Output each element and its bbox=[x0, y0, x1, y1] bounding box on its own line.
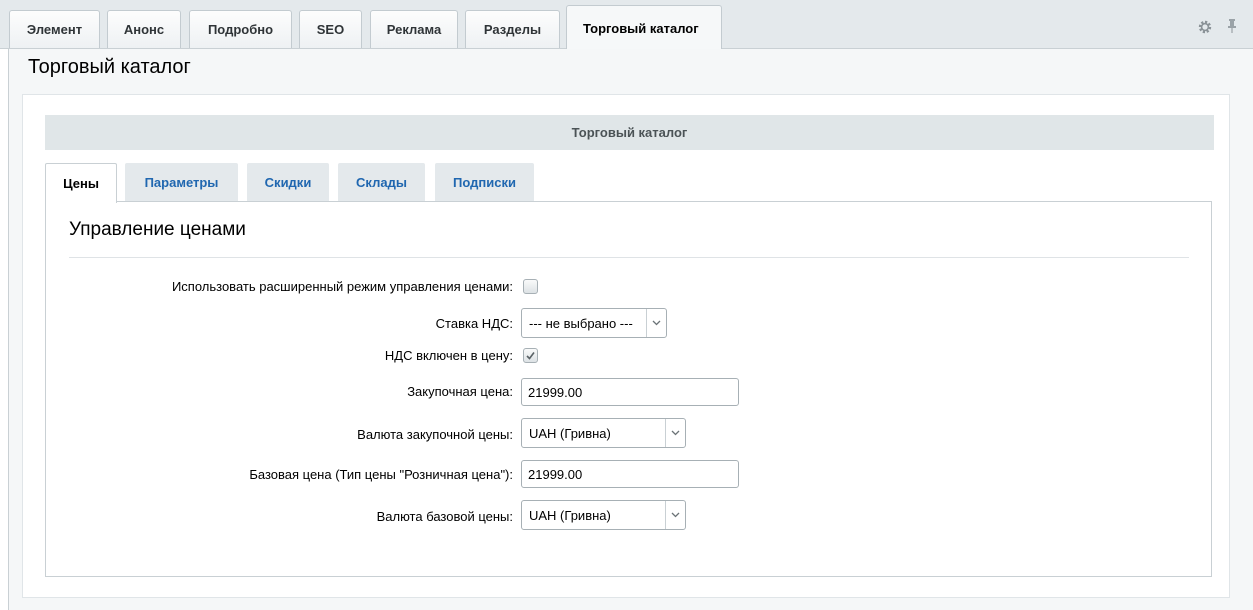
tab-prices[interactable]: Цены bbox=[45, 163, 117, 203]
vat-included-checkbox[interactable] bbox=[523, 348, 538, 363]
tab-warehouses[interactable]: Склады bbox=[338, 163, 425, 202]
pin-icon[interactable] bbox=[1226, 18, 1238, 34]
vat-included-label: НДС включен в цену: bbox=[384, 348, 513, 363]
tab-seo[interactable]: SEO bbox=[299, 10, 362, 48]
purchase-currency-label: Валюта закупочной цены: bbox=[357, 427, 513, 442]
checkmark-icon bbox=[526, 352, 535, 360]
tab-trade-catalog[interactable]: Торговый каталог bbox=[566, 5, 722, 50]
purchase-currency-select[interactable]: UAH (Гривна) bbox=[521, 418, 686, 448]
chevron-down-icon bbox=[646, 309, 666, 337]
extended-mode-label: Использовать расширенный режим управлени… bbox=[171, 279, 513, 294]
base-price-input[interactable] bbox=[521, 460, 739, 488]
tab-sections[interactable]: Разделы bbox=[465, 10, 560, 48]
base-currency-value: UAH (Гривна) bbox=[529, 507, 611, 523]
base-currency-label: Валюта базовой цены: bbox=[376, 509, 513, 524]
purchase-price-label: Закупочная цена: bbox=[407, 384, 513, 399]
gear-icon[interactable] bbox=[1198, 20, 1212, 34]
tab-announce[interactable]: Анонс bbox=[107, 10, 181, 48]
page-title: Торговый каталог bbox=[28, 56, 191, 78]
base-price-label: Базовая цена (Тип цены "Розничная цена")… bbox=[249, 467, 513, 482]
vat-rate-value: --- не выбрано --- bbox=[529, 315, 633, 331]
extended-mode-checkbox[interactable] bbox=[523, 279, 538, 294]
section-header: Торговый каталог bbox=[45, 115, 1214, 150]
top-tab-bar: Элемент Анонс Подробно SEO Реклама Разде… bbox=[0, 0, 1253, 50]
purchase-price-input[interactable] bbox=[521, 378, 739, 406]
tab-subscriptions[interactable]: Подписки bbox=[435, 163, 534, 202]
vat-rate-select[interactable]: --- не выбрано --- bbox=[521, 308, 667, 338]
tab-details[interactable]: Подробно bbox=[189, 10, 292, 48]
tab-element[interactable]: Элемент bbox=[9, 10, 100, 48]
base-currency-select[interactable]: UAH (Гривна) bbox=[521, 500, 686, 530]
chevron-down-icon bbox=[665, 419, 685, 447]
tab-parameters[interactable]: Параметры bbox=[125, 163, 238, 202]
subsection-title: Управление ценами bbox=[69, 219, 246, 240]
vat-rate-label: Ставка НДС: bbox=[435, 316, 513, 331]
purchase-currency-value: UAH (Гривна) bbox=[529, 425, 611, 441]
tab-discounts[interactable]: Скидки bbox=[247, 163, 329, 202]
tab-advertising[interactable]: Реклама bbox=[370, 10, 458, 48]
chevron-down-icon bbox=[665, 501, 685, 529]
divider bbox=[69, 257, 1189, 258]
